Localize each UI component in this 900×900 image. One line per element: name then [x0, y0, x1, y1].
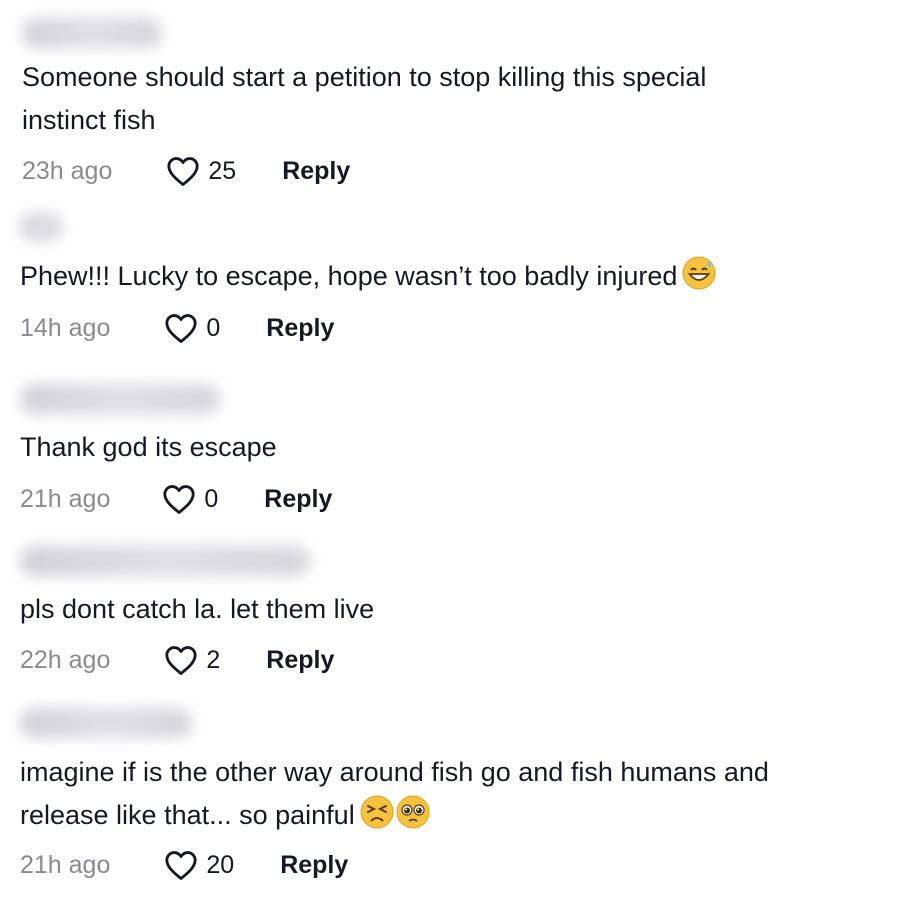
like-count: 0: [204, 484, 219, 513]
comment-timestamp: 14h ago: [20, 313, 111, 342]
comment-username-blurred[interactable]: [20, 546, 310, 576]
comment-timestamp: 23h ago: [22, 156, 113, 185]
heart-outline-icon: [165, 314, 197, 343]
grinning-sweat-emoji: [682, 256, 716, 290]
reply-button[interactable]: Reply: [266, 314, 334, 343]
comment-username-blurred[interactable]: [20, 384, 220, 414]
like-count: 20: [206, 850, 235, 879]
like-button[interactable]: 0: [162, 483, 218, 515]
comment-text: pls dont catch la. let them live: [20, 594, 375, 624]
comment-username-blurred[interactable]: [22, 18, 162, 48]
reply-button[interactable]: Reply: [264, 485, 332, 514]
heart-outline-icon: [163, 485, 195, 514]
comment-meta: 21h ago 20 Reply: [20, 848, 348, 882]
heart-outline-icon: [167, 157, 199, 186]
comment-username-blurred[interactable]: [20, 708, 192, 738]
like-button[interactable]: 20: [164, 849, 234, 881]
comment-text: Thank god its escape: [20, 432, 277, 462]
comment-timestamp: 21h ago: [20, 484, 111, 513]
comment-timestamp: 22h ago: [20, 645, 111, 674]
comment-meta: 23h ago 25 Reply: [22, 154, 350, 188]
pleading-face-emoji: [396, 795, 430, 829]
comment-meta: 14h ago 0 Reply: [20, 311, 334, 345]
heart-outline-icon: [165, 646, 197, 675]
like-button[interactable]: 2: [164, 644, 220, 676]
like-button[interactable]: 25: [166, 155, 236, 187]
heart-outline-icon: [165, 851, 197, 880]
like-count: 0: [206, 313, 221, 342]
reply-button[interactable]: Reply: [266, 646, 334, 675]
like-count: 2: [206, 645, 221, 674]
comment-timestamp: 21h ago: [20, 850, 111, 879]
reply-button[interactable]: Reply: [282, 157, 350, 186]
comment-username-blurred[interactable]: [20, 212, 62, 242]
comment-meta: 21h ago 0 Reply: [20, 482, 332, 516]
like-count: 25: [208, 156, 237, 185]
comment-text: Someone should start a petition to stop …: [22, 62, 707, 135]
comment-text: Phew!!! Lucky to escape, hope wasn’t too…: [20, 255, 717, 298]
comment-text-content: Phew!!! Lucky to escape, hope wasn’t too…: [20, 261, 678, 291]
comment-meta: 22h ago 2 Reply: [20, 643, 334, 677]
like-button[interactable]: 0: [164, 312, 220, 344]
reply-button[interactable]: Reply: [280, 851, 348, 880]
persevering-face-emoji: [360, 795, 394, 829]
comment-text: imagine if is the other way around fish …: [20, 751, 769, 837]
